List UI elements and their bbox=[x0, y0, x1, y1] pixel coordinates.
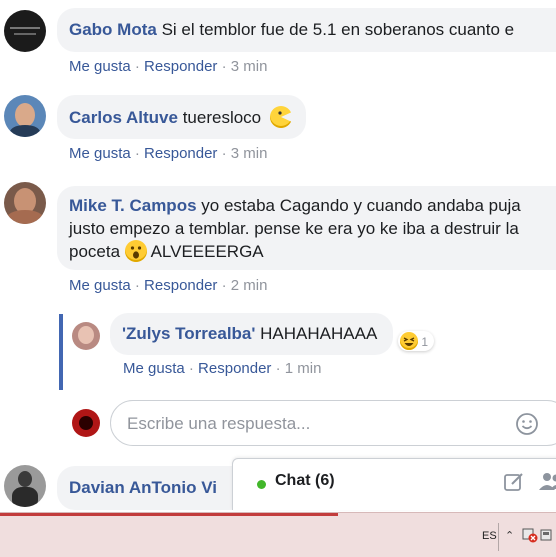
comment-bubble: Carlos Altuve tueresloco bbox=[57, 95, 306, 139]
like-link[interactable]: Me gusta bbox=[123, 360, 185, 377]
avatar-carlos-altuve[interactable] bbox=[4, 95, 46, 137]
comment-bubble: Gabo Mota Si el temblor fue de 5.1 en so… bbox=[57, 8, 556, 52]
comment-actions: Me gusta · Responder · 3 min bbox=[69, 145, 267, 162]
avatar-current-user bbox=[72, 409, 100, 437]
reply-bubble: 'Zulys Torrealba' HAHAHAHAAA bbox=[110, 313, 393, 355]
comment-time[interactable]: 2 min bbox=[231, 277, 268, 294]
reply-input[interactable] bbox=[125, 413, 509, 435]
windows-taskbar: ES ⌃ bbox=[0, 512, 556, 557]
avatar-davian-antonio[interactable] bbox=[4, 465, 46, 507]
separator: · bbox=[276, 360, 281, 377]
separator: · bbox=[189, 360, 194, 377]
comment-actions: Me gusta · Responder · 2 min bbox=[69, 277, 267, 294]
separator: · bbox=[135, 145, 140, 162]
separator: · bbox=[222, 58, 227, 75]
reaction-count[interactable]: 1 bbox=[398, 331, 434, 351]
like-link[interactable]: Me gusta bbox=[69, 145, 131, 162]
separator: · bbox=[135, 277, 140, 294]
like-link[interactable]: Me gusta bbox=[69, 277, 131, 294]
friends-icon[interactable] bbox=[538, 470, 556, 499]
volume-icon[interactable] bbox=[540, 527, 554, 548]
reply-box[interactable] bbox=[110, 400, 556, 446]
like-link[interactable]: Me gusta bbox=[69, 58, 131, 75]
tray-divider bbox=[498, 523, 499, 551]
compose-icon[interactable] bbox=[503, 471, 525, 498]
chat-label[interactable]: Chat (6) bbox=[275, 472, 335, 490]
comment-time[interactable]: 1 min bbox=[285, 360, 322, 377]
reaction-number: 1 bbox=[421, 335, 428, 349]
comment-author[interactable]: Carlos Altuve bbox=[69, 108, 178, 127]
smile-icon[interactable] bbox=[515, 412, 539, 441]
separator: · bbox=[222, 145, 227, 162]
network-warning-icon[interactable] bbox=[522, 527, 538, 548]
reply-author[interactable]: 'Zulys Torrealba' bbox=[122, 324, 255, 343]
comment-bubble: Davian AnTonio Vi bbox=[57, 466, 257, 510]
comment-time[interactable]: 3 min bbox=[231, 145, 268, 162]
avatar-zulys-torrealba[interactable] bbox=[72, 322, 100, 350]
reply-link[interactable]: Responder bbox=[198, 360, 271, 377]
reply-thread-line bbox=[59, 314, 63, 390]
taskbar-active-strip bbox=[0, 513, 338, 516]
separator: · bbox=[222, 277, 227, 294]
avatar-gabo-mota[interactable] bbox=[4, 10, 46, 52]
separator: · bbox=[135, 58, 140, 75]
comment-author[interactable]: Mike T. Campos bbox=[69, 196, 197, 215]
comment-text: Si el temblor fue de 5.1 en soberanos cu… bbox=[162, 20, 515, 39]
comment-bubble: Mike T. Campos yo estaba Cagando y cuand… bbox=[57, 186, 556, 270]
avatar-mike-campos[interactable] bbox=[4, 182, 46, 224]
comment-actions: Me gusta · Responder · 3 min bbox=[69, 58, 267, 75]
comment-text: tueresloco bbox=[183, 108, 261, 127]
language-indicator[interactable]: ES bbox=[482, 530, 497, 542]
comment-text-line: ALVEEEERGA bbox=[151, 242, 264, 261]
comment-text-line: justo empezo a temblar. pense ke era yo … bbox=[69, 217, 556, 240]
show-hidden-icons-icon[interactable]: ⌃ bbox=[505, 529, 514, 542]
surprised-emoji-icon bbox=[125, 240, 147, 262]
pacman-emoji-icon bbox=[270, 106, 292, 128]
comment-author[interactable]: Gabo Mota bbox=[69, 20, 157, 39]
chat-bar[interactable]: Chat (6) bbox=[232, 458, 556, 510]
reply-link[interactable]: Responder bbox=[144, 277, 217, 294]
comment-text-line: yo estaba Cagando y cuando andaba puja bbox=[201, 196, 520, 215]
comment-text-line: poceta bbox=[69, 242, 120, 261]
laughing-emoji-icon bbox=[400, 332, 418, 350]
online-status-icon bbox=[257, 480, 266, 489]
reply-link[interactable]: Responder bbox=[144, 58, 217, 75]
comment-time[interactable]: 3 min bbox=[231, 58, 268, 75]
comment-author[interactable]: Davian AnTonio Vi bbox=[69, 478, 217, 497]
reply-link[interactable]: Responder bbox=[144, 145, 217, 162]
reply-actions: Me gusta · Responder · 1 min bbox=[123, 360, 321, 377]
reply-text: HAHAHAHAAA bbox=[260, 324, 377, 343]
